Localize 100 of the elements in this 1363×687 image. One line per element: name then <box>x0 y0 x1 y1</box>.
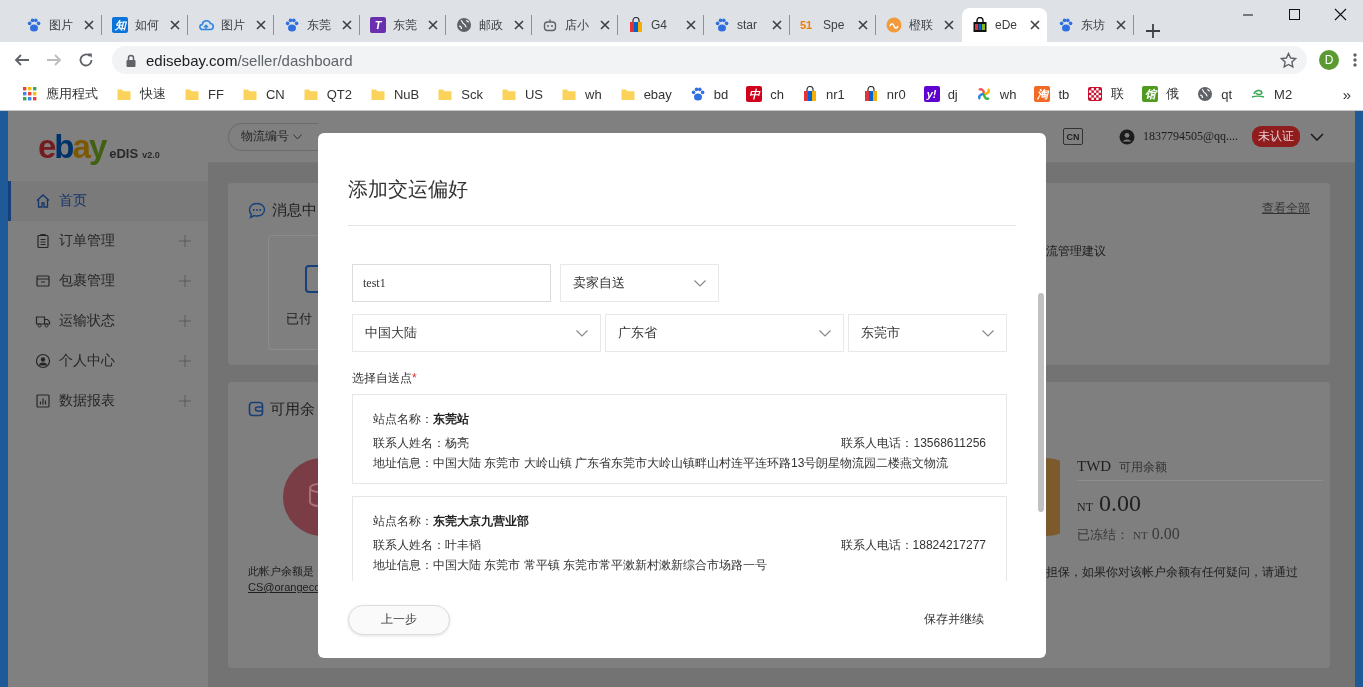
close-icon[interactable] <box>944 20 954 30</box>
browser-tab[interactable]: T 东莞 <box>360 8 445 42</box>
chevron-icon <box>694 279 706 287</box>
letter-icon: 中 <box>746 86 763 102</box>
shopping-bag-icon <box>972 17 988 33</box>
close-icon[interactable] <box>84 20 94 30</box>
chat-icon <box>248 201 266 219</box>
chevron-icon[interactable] <box>1310 132 1324 141</box>
checker-icon <box>1087 86 1104 102</box>
menu-icon[interactable] <box>1353 52 1357 68</box>
close-icon[interactable] <box>256 20 266 30</box>
save-button[interactable]: 保存并继续 <box>924 611 984 628</box>
status-badge: 未认证 <box>1252 126 1300 147</box>
close-icon[interactable] <box>858 20 868 30</box>
close-icon[interactable] <box>514 20 524 30</box>
browser-tab[interactable]: eDe <box>962 8 1047 42</box>
star-icon[interactable] <box>1280 51 1297 69</box>
letter-icon: 馆 <box>1142 86 1159 102</box>
name-field[interactable]: test1 <box>352 264 551 302</box>
close-icon[interactable] <box>686 20 696 30</box>
browser-tab[interactable]: 图片 <box>16 8 101 42</box>
browser-tab[interactable]: G4 <box>618 8 703 42</box>
note-text: 此帐户余额是 <box>248 564 315 579</box>
bookmark[interactable]: bd <box>689 86 729 102</box>
pickup-point-card[interactable]: 站点名称：东莞站 联系人姓名：杨亮 联系人电话：13568611256 地址信息：中国大陆 东莞市 大岭山镇 广东省东莞市大岭山镇畔山村连平连环路13号朗星物流园二楼燕文物流 <box>352 394 1007 484</box>
back-icon[interactable] <box>14 52 30 68</box>
wallet-icon <box>248 401 264 417</box>
bookmark[interactable]: NuB <box>369 86 420 102</box>
sidebar-item[interactable]: 个人中心 <box>8 341 208 381</box>
back-button[interactable]: 上一步 <box>348 604 450 635</box>
bookmark[interactable]: 快速 <box>116 85 166 103</box>
chart-icon <box>35 393 51 409</box>
region-select[interactable]: 中国大陆 <box>352 314 601 352</box>
bookmark[interactable]: Sck <box>437 86 483 102</box>
close-icon[interactable] <box>1116 20 1126 30</box>
browser-tab[interactable]: 51 Spe <box>790 8 875 42</box>
more-bookmarks-button[interactable]: » <box>1342 85 1351 103</box>
chevron-icon <box>819 329 831 337</box>
paw-icon <box>714 17 730 33</box>
close-icon[interactable] <box>170 20 180 30</box>
bookmark[interactable]: 馆 俄 <box>1142 85 1180 103</box>
sidebar-item[interactable]: 订单管理 <box>8 221 208 261</box>
sidebar-item[interactable]: 运输状态 <box>8 301 208 341</box>
bookmark[interactable]: ebay <box>619 86 672 102</box>
letter-icon: T <box>370 17 386 33</box>
close-icon[interactable] <box>428 20 438 30</box>
region-select[interactable]: 东莞市 <box>848 314 1007 352</box>
bookmark[interactable]: FF <box>184 86 224 102</box>
close-icon[interactable] <box>772 20 782 30</box>
bookmark[interactable]: 中 ch <box>746 86 785 102</box>
bookmark[interactable]: nr1 <box>802 86 845 102</box>
bookmark[interactable]: M2 <box>1250 86 1293 102</box>
address-text: 地址信息：中国大陆 东莞市 常平镇 东莞市常平漱新村漱新综合市场路一号 <box>373 557 768 573</box>
close-icon[interactable] <box>600 20 610 30</box>
browser-tab[interactable]: star <box>704 8 789 42</box>
pinwheel-icon <box>975 86 992 102</box>
bookmark[interactable]: qt <box>1197 86 1233 102</box>
lock-icon[interactable] <box>126 53 136 67</box>
bookmark[interactable]: 联 <box>1087 85 1125 103</box>
reload-icon[interactable] <box>78 52 94 68</box>
coin-icon <box>1046 458 1060 536</box>
region-select[interactable]: 广东省 <box>605 314 844 352</box>
address-text: 地址信息：中国大陆 东莞市 大岭山镇 广东省东莞市大岭山镇畔山村连平连环路13号朗星物流园二楼燕文物流 <box>373 455 950 471</box>
bookmark[interactable]: nr0 <box>862 86 906 102</box>
paw-icon <box>689 86 706 102</box>
new-tab-icon[interactable] <box>1146 24 1160 38</box>
bookmark[interactable]: CN <box>241 86 285 102</box>
sidebar-item[interactable]: 包裹管理 <box>8 261 208 301</box>
user-email[interactable]: 1837794505@qq.... <box>1142 129 1238 144</box>
card-title: 可用余 <box>270 399 315 419</box>
clipboard-icon <box>35 233 51 249</box>
pickup-point-card[interactable]: 站点名称：东莞大京九营业部 联系人姓名：叶丰韬 联系人电话：18824217277 地址信息：中国大陆 东莞市 常平镇 东莞市常平漱新村漱新综合市场路一号 <box>352 496 1007 581</box>
close-icon[interactable] <box>342 20 352 30</box>
station-name: 站点名称：东莞大京九营业部 <box>373 513 530 529</box>
method-select[interactable]: 卖家自送 <box>560 264 719 302</box>
bookmark[interactable]: y! dj <box>923 86 958 102</box>
browser-tab[interactable]: 东莞 <box>274 8 359 42</box>
bookmark[interactable]: 淘 tb <box>1034 86 1070 102</box>
user-icon[interactable] <box>1118 128 1135 145</box>
bookmark[interactable]: wh <box>561 86 602 102</box>
circle-logo-icon <box>886 17 902 33</box>
chevron-icon <box>293 133 302 140</box>
region-icon[interactable]: CN <box>1062 128 1083 145</box>
address-text[interactable]: edisebay.com/seller/dashboard <box>146 51 353 69</box>
browser-tab[interactable]: 知 如何 <box>102 8 187 42</box>
chevron-icon <box>576 329 588 337</box>
browser-tab[interactable]: 邮政 <box>446 8 531 42</box>
browser-tab[interactable]: 东坊 <box>1048 8 1133 42</box>
bookmark[interactable]: 應用程式 <box>22 85 98 103</box>
browser-tab[interactable]: 店小 <box>532 8 617 42</box>
ebay-logo: ebay eDIS v2.0 <box>38 129 160 163</box>
browser-tab[interactable]: 橙联 <box>876 8 961 42</box>
sidebar-item[interactable]: 数据报表 <box>8 381 208 421</box>
bookmark[interactable]: QT2 <box>302 86 352 102</box>
letter-icon: y! <box>923 86 940 102</box>
close-icon[interactable] <box>1030 20 1040 30</box>
bookmark[interactable]: wh <box>975 86 1017 102</box>
email-link[interactable]: CS@orangeco <box>248 581 318 593</box>
bookmark[interactable]: US <box>500 86 543 102</box>
browser-tab[interactable]: 图片 <box>188 8 273 42</box>
